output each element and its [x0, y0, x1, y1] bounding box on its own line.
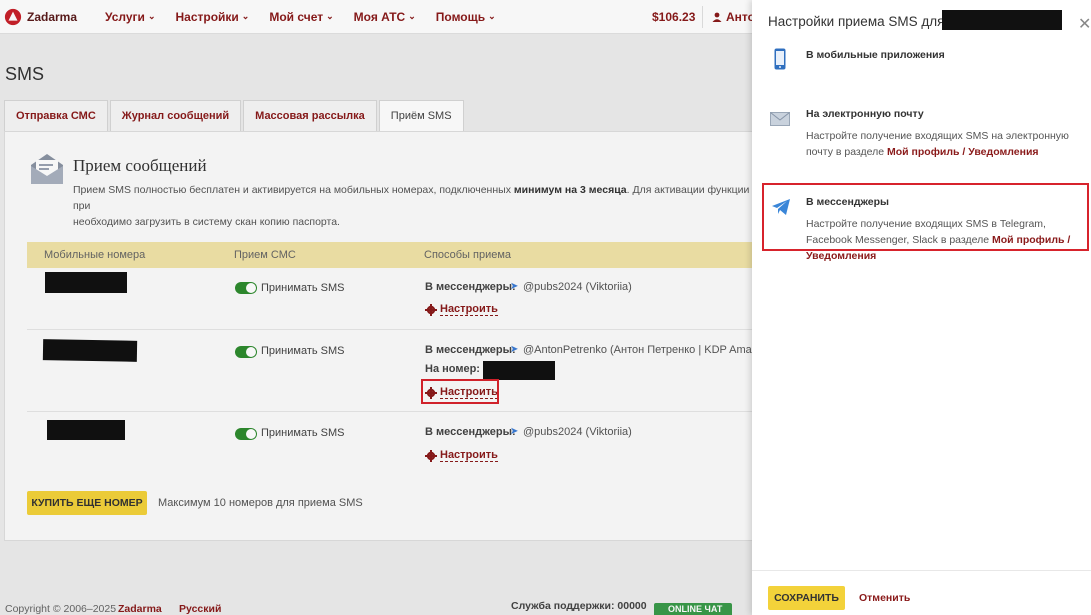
- dim-overlay[interactable]: [0, 0, 752, 615]
- cancel-button[interactable]: Отменить: [859, 592, 910, 604]
- save-button[interactable]: СОХРАНИТЬ: [768, 586, 845, 610]
- envelope-icon: [770, 112, 790, 126]
- messengers-highlight-box: [762, 183, 1089, 251]
- redacted-panel-number: [942, 10, 1062, 30]
- option-title: В мобильные приложения: [806, 49, 945, 61]
- profile-notifications-link[interactable]: Мой профиль / Уведомления: [887, 146, 1039, 158]
- close-icon[interactable]: ✕: [1078, 14, 1091, 34]
- phone-icon: [774, 48, 786, 70]
- sms-settings-panel: Настройки приема SMS для ✕ В мобильные п…: [752, 0, 1091, 615]
- option-title: На электронную почту: [806, 108, 924, 120]
- panel-footer: СОХРАНИТЬ Отменить: [752, 570, 1091, 615]
- panel-title: Настройки приема SMS для: [768, 14, 945, 29]
- option-description: Настройте получение входящих SMS на элек…: [806, 128, 1091, 160]
